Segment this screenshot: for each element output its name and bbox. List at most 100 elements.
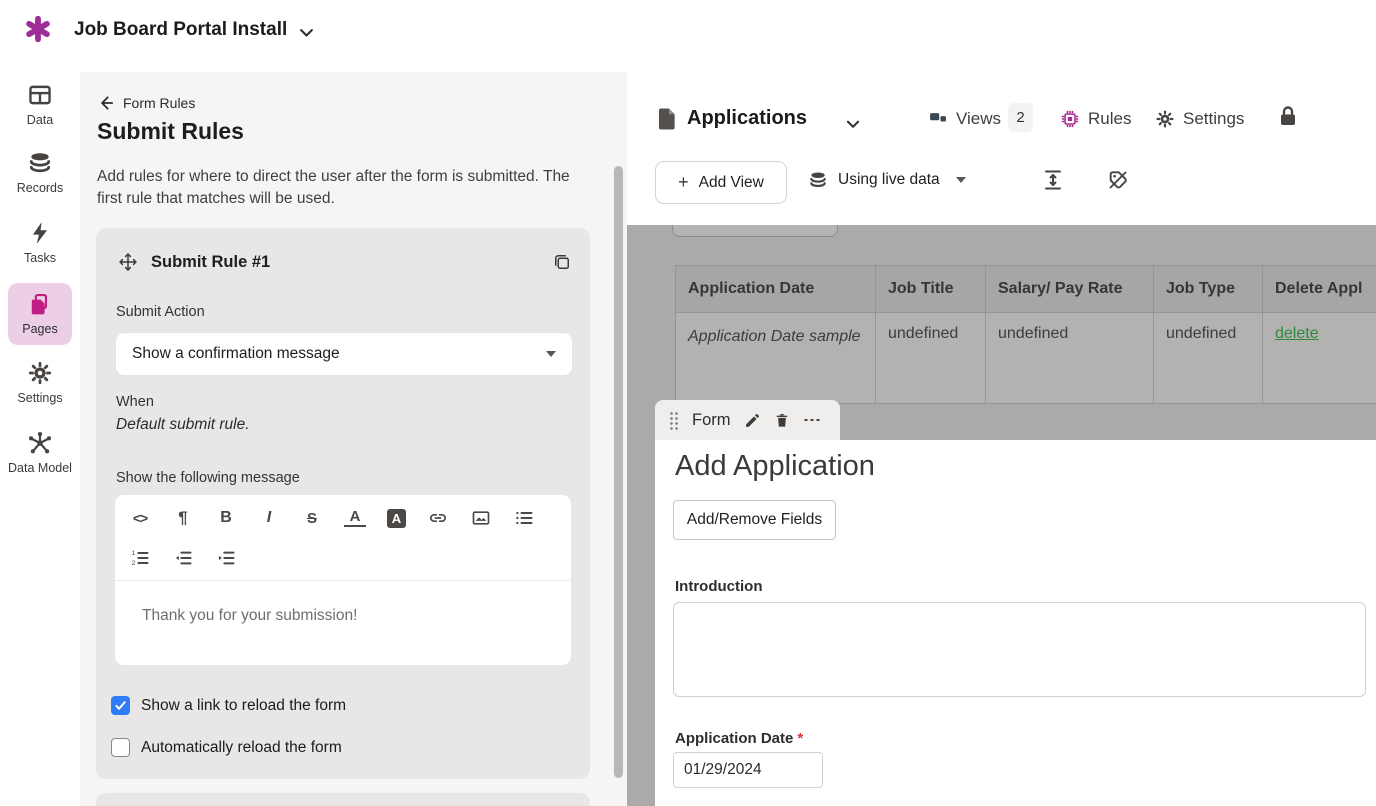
- chevron-down-icon: [956, 177, 966, 183]
- database-icon: [27, 150, 53, 176]
- checkbox-checked-icon: [111, 696, 130, 715]
- tab-views-label: Views: [956, 109, 1001, 129]
- sidebar-item-records[interactable]: Records: [0, 150, 80, 195]
- cell-job-type: undefined: [1154, 313, 1263, 404]
- when-value: Default submit rule.: [116, 416, 250, 434]
- back-link-label: Form Rules: [123, 95, 195, 111]
- col-job-type: Job Type: [1154, 266, 1263, 313]
- page-name-title: Applications: [687, 107, 807, 130]
- sidebar-item-label: Settings: [17, 391, 62, 405]
- outdent-icon[interactable]: [172, 547, 194, 569]
- insert-image-icon[interactable]: [470, 507, 492, 529]
- gear-icon: [1155, 109, 1175, 129]
- sidebar-item-data[interactable]: Data: [0, 82, 80, 127]
- submit-action-value: Show a confirmation message: [132, 345, 340, 363]
- lightning-icon: [27, 220, 53, 246]
- data-source-dropdown[interactable]: Using live data: [808, 170, 966, 190]
- tab-settings[interactable]: Settings: [1155, 109, 1244, 129]
- checkbox-auto-reload[interactable]: Automatically reload the form: [111, 738, 342, 757]
- panel-description: Add rules for where to direct the user a…: [97, 166, 585, 211]
- col-application-date: Application Date: [676, 266, 876, 313]
- introduction-textarea[interactable]: [673, 602, 1366, 697]
- add-remove-fields-button[interactable]: Add/Remove Fields: [673, 500, 836, 540]
- expand-vertical-icon[interactable]: [1041, 168, 1065, 192]
- knack-asterisk-logo[interactable]: [24, 15, 52, 43]
- insert-link-icon[interactable]: [427, 507, 449, 529]
- cell-delete: delete: [1263, 313, 1376, 404]
- strikethrough-icon[interactable]: S: [301, 507, 323, 529]
- sidebar-item-tasks[interactable]: Tasks: [0, 220, 80, 265]
- more-options-icon[interactable]: [803, 418, 820, 422]
- add-view-button[interactable]: + Add View: [655, 161, 787, 204]
- page-document-icon: [658, 107, 677, 131]
- delete-record-link[interactable]: delete: [1275, 325, 1319, 342]
- page-builder-panel: Applications Views 2: [627, 72, 1376, 806]
- bold-icon[interactable]: B: [215, 507, 237, 529]
- tag-slash-icon[interactable]: [1106, 168, 1130, 192]
- panel-scrollbar-thumb[interactable]: [614, 166, 623, 778]
- chevron-down-icon: [546, 351, 556, 357]
- data-source-label: Using live data: [838, 171, 940, 189]
- code-view-icon[interactable]: <>: [129, 507, 151, 529]
- submit-rules-panel: Form Rules Submit Rules Add rules for wh…: [80, 72, 627, 806]
- message-text: Thank you for your submission!: [142, 607, 357, 624]
- live-app-preview: Application Date Job Title Salary/ Pay R…: [627, 225, 1376, 806]
- cell-application-date: Application Date sample: [676, 313, 876, 404]
- italic-icon[interactable]: I: [258, 507, 280, 529]
- back-arrow-icon: [97, 94, 115, 112]
- form-view-toolbar: Form: [655, 400, 840, 440]
- views-count-badge: 2: [1008, 103, 1033, 132]
- tab-views[interactable]: Views: [928, 109, 1001, 129]
- back-to-form-rules-link[interactable]: Form Rules: [97, 94, 195, 112]
- bullet-list-icon[interactable]: [513, 507, 535, 529]
- sidebar-item-pages[interactable]: Pages: [8, 283, 72, 345]
- message-editor-content[interactable]: Thank you for your submission!: [115, 581, 571, 665]
- svg-text:2: 2: [132, 560, 136, 567]
- svg-text:1: 1: [132, 550, 136, 557]
- highlight-icon[interactable]: A: [387, 509, 406, 528]
- col-delete-application: Delete Appl: [1263, 266, 1376, 313]
- next-rule-card-partial: [96, 793, 590, 806]
- duplicate-icon[interactable]: [552, 252, 572, 272]
- checkbox-unchecked-icon: [111, 738, 130, 757]
- numbered-list-icon[interactable]: 1 2: [129, 547, 151, 569]
- lock-icon[interactable]: [1276, 104, 1300, 128]
- rich-text-editor: <> ¶ B I S A A: [115, 495, 571, 665]
- application-date-field-label: Application Date*: [675, 730, 803, 747]
- checkbox-label: Show a link to reload the form: [141, 697, 346, 715]
- when-label: When: [116, 394, 154, 410]
- top-bar: Job Board Portal Install: [0, 0, 1376, 72]
- sidebar-item-settings[interactable]: Settings: [0, 360, 80, 405]
- indent-icon[interactable]: [215, 547, 237, 569]
- move-handle-icon[interactable]: [118, 252, 138, 272]
- builder-toolbar: + Add View Using live data: [627, 161, 1376, 205]
- plus-icon: +: [678, 172, 689, 193]
- editor-toolbar: <> ¶ B I S A A: [115, 495, 571, 581]
- form-heading: Add Application: [675, 450, 875, 483]
- sidebar-item-label: Pages: [22, 322, 57, 336]
- chevron-down-icon[interactable]: [297, 23, 316, 42]
- submit-action-select[interactable]: Show a confirmation message: [115, 332, 573, 376]
- main-sidebar: Data Records Tasks Pages: [0, 72, 80, 806]
- checkbox-label: Automatically reload the form: [141, 739, 342, 757]
- rule-title: Submit Rule #1: [151, 253, 270, 272]
- drag-handle-icon[interactable]: [669, 411, 679, 430]
- edit-pencil-icon[interactable]: [744, 412, 761, 429]
- chevron-down-icon[interactable]: [844, 115, 862, 133]
- introduction-field-label: Introduction: [675, 578, 762, 595]
- sidebar-item-label: Data Model: [8, 461, 72, 475]
- underline-icon[interactable]: A: [344, 509, 366, 527]
- scrolled-button-partial: [672, 225, 838, 237]
- sidebar-item-label: Tasks: [24, 251, 56, 265]
- paragraph-format-icon[interactable]: ¶: [172, 507, 194, 529]
- checkbox-show-reload-link[interactable]: Show a link to reload the form: [111, 696, 346, 715]
- tab-rules[interactable]: Rules: [1060, 109, 1131, 129]
- applications-table-view: Application Date Job Title Salary/ Pay R…: [675, 265, 1376, 404]
- app-title: Job Board Portal Install: [74, 19, 287, 41]
- sidebar-item-data-model[interactable]: Data Model: [0, 430, 80, 475]
- tab-settings-label: Settings: [1183, 109, 1244, 129]
- trash-icon[interactable]: [774, 412, 790, 429]
- application-date-input[interactable]: [673, 752, 823, 788]
- builder-header: Applications Views 2: [627, 98, 1376, 144]
- table-icon: [27, 82, 53, 108]
